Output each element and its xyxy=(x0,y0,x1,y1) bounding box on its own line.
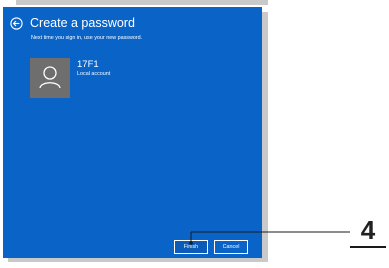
finish-button[interactable]: Finish xyxy=(174,240,208,254)
top-strip xyxy=(16,0,268,5)
account-name: 17F1 xyxy=(77,59,99,70)
account-type: Local account xyxy=(77,71,111,77)
user-icon xyxy=(39,66,61,89)
cancel-button[interactable]: Cancel xyxy=(214,240,248,254)
back-button[interactable] xyxy=(10,17,23,30)
page-title: Create a password xyxy=(30,16,135,30)
dialog-shadow-bottom xyxy=(8,258,268,262)
back-arrow-icon xyxy=(10,17,23,30)
create-password-dialog: Create a password Next time you sign in,… xyxy=(3,7,262,258)
page: Create a password Next time you sign in,… xyxy=(0,0,389,268)
dialog-shadow-right xyxy=(262,12,268,262)
step-number-badge: 4 xyxy=(360,215,376,245)
page-subtitle: Next time you sign in, use your new pass… xyxy=(31,35,143,41)
avatar xyxy=(30,58,70,98)
